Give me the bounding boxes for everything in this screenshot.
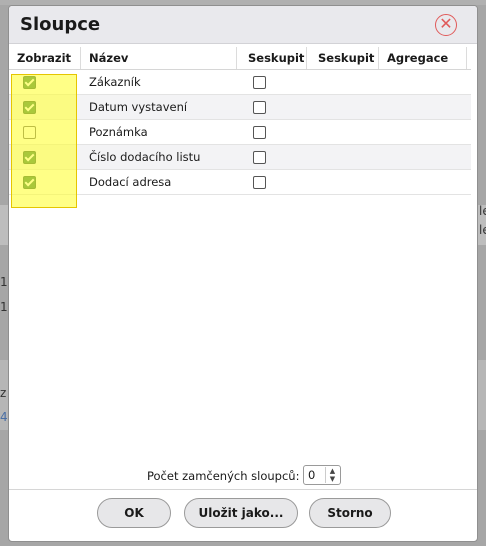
columns-dialog: Sloupce ✕ Zobrazit Název Seskupit Seskup… <box>8 5 478 542</box>
table-row: Číslo dodacího listu <box>9 145 471 170</box>
column-name: Číslo dodacího listu <box>89 150 201 164</box>
column-name: Dodací adresa <box>89 175 172 189</box>
column-name: Datum vystavení <box>89 100 188 114</box>
table-row: Zákazník <box>9 70 471 95</box>
highlight-overlay <box>11 74 77 208</box>
column-name: Poznámka <box>89 125 148 139</box>
close-circle-icon[interactable]: ✕ <box>435 14 457 36</box>
chevron-down-icon[interactable]: ▼ <box>326 475 339 483</box>
table-row: Poznámka <box>9 120 471 145</box>
table-row: Datum vystavení <box>9 95 471 120</box>
header-group-by[interactable]: Seskupit p <box>307 47 379 69</box>
stepper-buttons: ▲ ▼ <box>325 467 339 483</box>
group-checkbox[interactable] <box>253 176 266 189</box>
dialog-header: Sloupce ✕ <box>9 6 477 44</box>
group-checkbox[interactable] <box>253 126 266 139</box>
save-as-button[interactable]: Uložit jako... <box>184 498 298 528</box>
ok-button[interactable]: OK <box>97 498 171 528</box>
group-checkbox[interactable] <box>253 76 266 89</box>
cancel-button[interactable]: Storno <box>309 498 391 528</box>
footer-divider <box>9 489 477 490</box>
dialog-title: Sloupce <box>20 14 101 35</box>
background-text-fragment: z <box>0 386 7 400</box>
column-name: Zákazník <box>89 75 141 89</box>
background-text-fragment: 1 <box>0 275 8 289</box>
locked-columns-stepper[interactable]: 0 ▲ ▼ <box>303 465 341 485</box>
background-text-fragment: le <box>479 204 486 218</box>
background-text-fragment: le <box>479 223 486 237</box>
header-show[interactable]: Zobrazit <box>9 47 81 69</box>
header-name[interactable]: Název <box>81 47 237 69</box>
header-group[interactable]: Seskupit <box>237 47 307 69</box>
locked-columns-value[interactable]: 0 <box>308 468 315 482</box>
table-header: Zobrazit Název Seskupit Seskupit p Agreg… <box>9 47 471 70</box>
table-row: Dodací adresa <box>9 170 471 195</box>
background-text-fragment: 1 <box>0 300 8 314</box>
locked-columns-label: Počet zamčených sloupců: <box>147 469 300 483</box>
group-checkbox[interactable] <box>253 151 266 164</box>
header-aggregation[interactable]: Agregace <box>379 47 467 69</box>
chevron-up-icon[interactable]: ▲ <box>326 467 339 475</box>
group-checkbox[interactable] <box>253 101 266 114</box>
